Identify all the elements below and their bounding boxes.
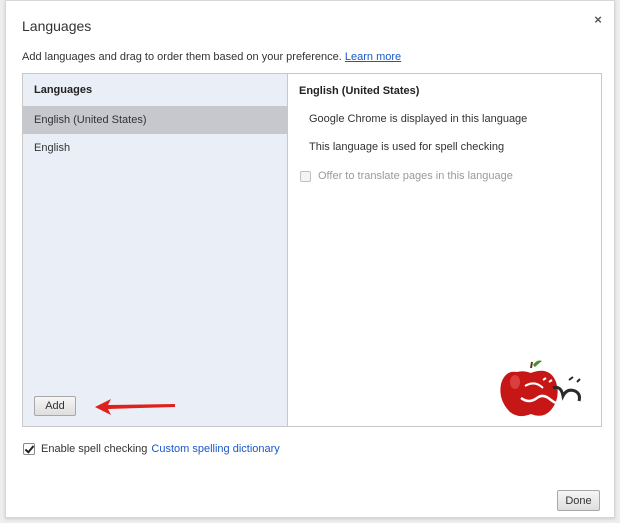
spell-check-label: Enable spell checking (41, 443, 148, 455)
translate-checkbox[interactable] (300, 170, 311, 182)
spell-check-option: Enable spell checking Custom spelling di… (23, 443, 280, 455)
dialog-description: Add languages and drag to order them bas… (22, 51, 401, 63)
learn-more-link[interactable]: Learn more (345, 51, 401, 63)
selected-language-title: English (United States) (299, 85, 420, 97)
language-panels: Languages English (United States) Englis… (22, 73, 602, 427)
translate-option[interactable]: Offer to translate pages in this languag… (300, 170, 513, 182)
languages-dialog: Languages × Add languages and drag to or… (5, 0, 615, 518)
close-icon[interactable]: × (591, 13, 605, 27)
spell-check-checkbox[interactable] (23, 443, 35, 455)
spell-check-info: This language is used for spell checking (309, 141, 505, 153)
language-list-header: Languages (34, 84, 93, 96)
dialog-title: Languages (22, 18, 92, 34)
custom-dictionary-link[interactable]: Custom spelling dictionary (151, 443, 279, 455)
language-list-panel: Languages English (United States) Englis… (23, 74, 288, 426)
description-text: Add languages and drag to order them bas… (22, 51, 342, 63)
red-arrow-icon (95, 399, 175, 415)
language-item-english[interactable]: English (23, 134, 287, 162)
done-button[interactable]: Done (557, 490, 600, 511)
add-language-button[interactable]: Add (34, 396, 76, 416)
translate-label: Offer to translate pages in this languag… (318, 170, 513, 182)
red-apple-logo-icon (500, 360, 581, 417)
language-item-english-us[interactable]: English (United States) (23, 106, 287, 134)
language-details-panel: English (United States) Google Chrome is… (288, 74, 601, 426)
display-language-info: Google Chrome is displayed in this langu… (309, 113, 528, 125)
